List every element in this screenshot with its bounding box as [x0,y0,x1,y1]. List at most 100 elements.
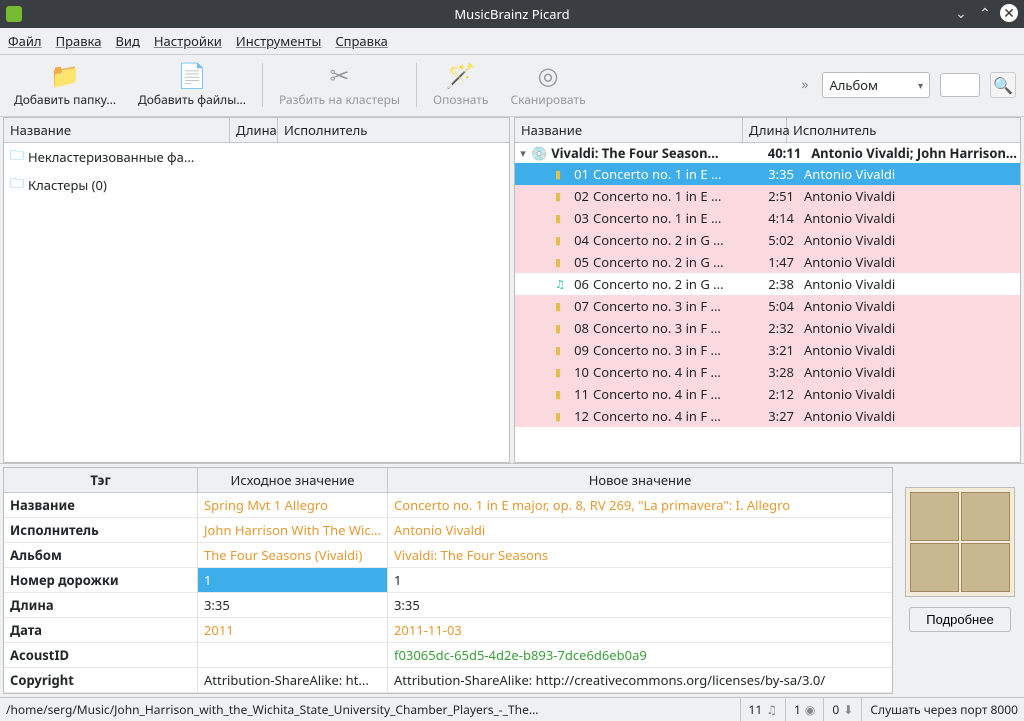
track-status-icon: ▮ [555,211,571,226]
search-input[interactable] [940,73,980,97]
minimize-icon[interactable]: ⌄ [952,4,970,22]
tag-orig: 3:35 [198,593,388,617]
track-length: 2:12 [756,385,800,403]
track-num: 11 [571,385,593,403]
track-num: 12 [571,407,593,425]
left-pane: Название Длина Исполнитель 🗀 Некластериз… [3,117,510,463]
folder-icon: 🗀 [10,173,24,197]
scan-button[interactable]: ◎ Сканировать [504,59,591,110]
header-length[interactable]: Длина [230,118,278,142]
header-artist[interactable]: Исполнитель [278,118,509,142]
overflow-chevron-icon[interactable]: » [797,75,812,94]
clusters-node[interactable]: 🗀 Кластеры (0) [4,171,509,199]
menubar: Файл Правка Вид Настройки Инструменты Сп… [0,28,1024,55]
track-num: 05 [571,253,593,271]
track-row[interactable]: ▮04Concerto no. 2 in G ...5:02Antonio Vi… [515,229,1020,251]
track-num: 10 [571,363,593,381]
tag-name: Название [4,493,198,517]
track-num: 06 [571,275,593,293]
column-headers: Название Длина Исполнитель [4,118,509,143]
tag-row[interactable]: НазваниеSpring Mvt 1 AllegroConcerto no.… [4,493,892,518]
music-note-icon: ♫ [766,701,777,718]
track-row[interactable]: ▮05Concerto no. 2 in G ...1:47Antonio Vi… [515,251,1020,273]
status-count-albums: 1 [794,701,801,718]
track-row[interactable]: ▮02Concerto no. 1 in E ...2:51Antonio Vi… [515,185,1020,207]
track-num: 03 [571,209,593,227]
track-row[interactable]: ▮01Concerto no. 1 in E ...3:35Antonio Vi… [515,163,1020,185]
wand-icon: 🪄 [446,61,476,89]
tag-row[interactable]: Дата20112011-11-03 [4,618,892,643]
tag-row[interactable]: ИсполнительJohn Harrison With The Wic...… [4,518,892,543]
track-row[interactable]: ▮08Concerto no. 3 in F ...2:32Antonio Vi… [515,317,1020,339]
track-length: 4:14 [756,209,800,227]
track-row[interactable]: ▮10Concerto no. 4 in F ...3:28Antonio Vi… [515,361,1020,383]
add-folder-button[interactable]: 📁 Добавить папку... [8,59,122,110]
search-type-select[interactable]: Альбом [822,72,930,98]
add-files-button[interactable]: 📄 Добавить файлы... [132,59,252,110]
tag-orig: The Four Seasons (Vivaldi) [198,543,388,567]
column-headers: Название Длина Исполнитель [515,118,1020,143]
cd-icon: 💿 [531,144,547,162]
tag-row[interactable]: Длина3:353:35 [4,593,892,618]
close-icon[interactable]: ✕ [1000,4,1018,22]
header-orig[interactable]: Исходное значение [198,468,388,492]
tag-name: Copyright [4,668,198,692]
menu-file[interactable]: Файл [8,32,42,50]
tag-row[interactable]: CopyrightAttribution-ShareAlike: ht...At… [4,668,892,693]
track-artist: Antonio Vivaldi [800,341,1020,359]
tag-row[interactable]: AcoustIDf03065dc-65d5-4d2e-b893-7dce6d6e… [4,643,892,668]
album-row[interactable]: ▾ 💿 Vivaldi: The Four Season... 40:11 An… [515,143,1020,163]
tag-row[interactable]: Номер дорожки11 [4,568,892,593]
track-num: 04 [571,231,593,249]
track-title: Concerto no. 3 in F ... [593,297,756,315]
search-button[interactable]: 🔍 [990,72,1016,98]
tag-name: Длина [4,593,198,617]
lookup-button[interactable]: 🪄 Опознать [427,59,494,110]
details-button[interactable]: Подробнее [909,607,1010,632]
menu-tools[interactable]: Инструменты [236,32,321,50]
menu-settings[interactable]: Настройки [154,32,222,50]
status-listening: Слушать через порт 8000 [861,698,1018,721]
tag-row[interactable]: АльбомThe Four Seasons (Vivaldi)Vivaldi:… [4,543,892,568]
menu-view[interactable]: Вид [115,32,139,50]
cover-art[interactable] [905,487,1015,597]
header-name[interactable]: Название [515,118,743,142]
track-artist: Antonio Vivaldi [800,385,1020,403]
track-title: Concerto no. 2 in G ... [593,275,756,293]
tag-orig: John Harrison With The Wic... [198,518,388,542]
cluster-button[interactable]: ✂ Разбить на кластеры [273,59,406,110]
tag-name: Номер дорожки [4,568,198,592]
track-row[interactable]: ▮11Concerto no. 4 in F ...2:12Antonio Vi… [515,383,1020,405]
track-title: Concerto no. 4 in F ... [593,363,756,381]
track-artist: Antonio Vivaldi [800,275,1020,293]
header-length[interactable]: Длина [743,118,787,142]
header-artist[interactable]: Исполнитель [787,118,1020,142]
header-tag[interactable]: Тэг [4,468,198,492]
tag-new: 3:35 [388,593,892,617]
track-status-icon: ▮ [555,167,571,182]
menu-help[interactable]: Справка [335,32,388,50]
track-status-icon: ▮ [555,255,571,270]
track-artist: Antonio Vivaldi [800,209,1020,227]
track-length: 5:02 [756,231,800,249]
right-pane: Название Длина Исполнитель ▾ 💿 Vivaldi: … [514,117,1021,463]
track-length: 3:35 [756,165,800,183]
status-count-pending: 0 [832,701,839,718]
track-row[interactable]: ▮07Concerto no. 3 in F ...5:04Antonio Vi… [515,295,1020,317]
header-name[interactable]: Название [4,118,230,142]
unclustered-node[interactable]: 🗀 Некластеризованные фа... [4,143,509,171]
track-row[interactable]: ▮12Concerto no. 4 in F ...3:27Antonio Vi… [515,405,1020,427]
maximize-icon[interactable]: ⌃ [976,4,994,22]
menu-edit[interactable]: Правка [56,32,102,50]
track-row[interactable]: ▮09Concerto no. 3 in F ...3:21Antonio Vi… [515,339,1020,361]
track-title: Concerto no. 3 in F ... [593,319,756,337]
track-length: 3:21 [756,341,800,359]
status-count-files: 11 [749,701,763,718]
tag-name: Альбом [4,543,198,567]
header-new[interactable]: Новое значение [388,468,892,492]
track-row[interactable]: ▮03Concerto no. 1 in E ...4:14Antonio Vi… [515,207,1020,229]
track-row[interactable]: ♫06Concerto no. 2 in G ...2:38Antonio Vi… [515,273,1020,295]
tag-orig: 2011 [198,618,388,642]
collapse-icon[interactable]: ▾ [515,146,531,161]
track-status-icon: ▮ [555,343,571,358]
